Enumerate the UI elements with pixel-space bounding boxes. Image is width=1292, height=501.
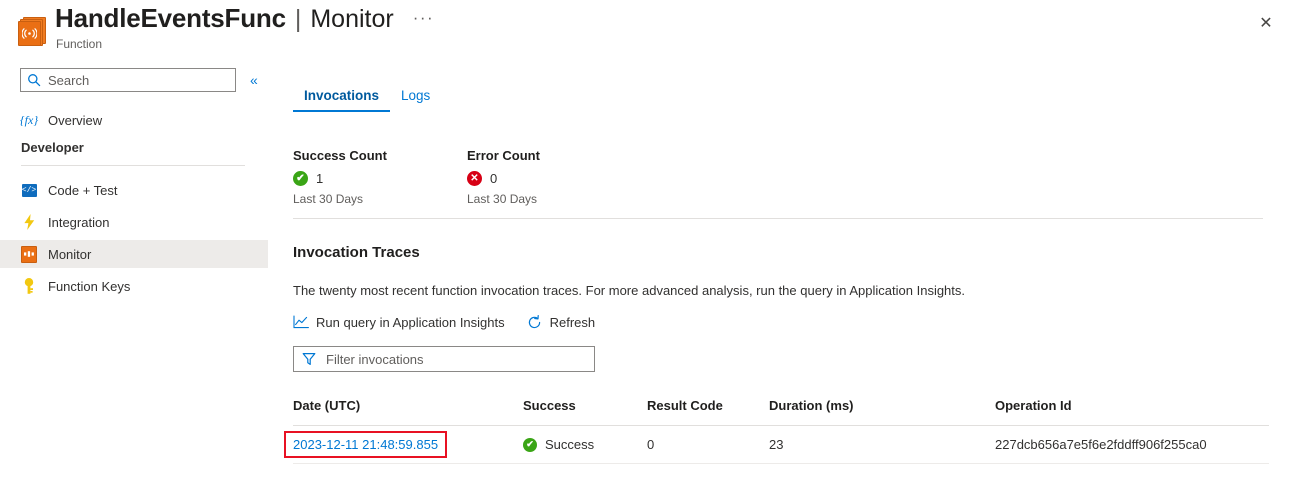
success-status: ✔ Success [523,437,647,452]
success-check-icon: ✔ [293,171,308,186]
date-link-wrapper: 2023-12-11 21:48:59.855 [293,437,438,452]
run-query-button[interactable]: Run query in Application Insights [293,314,505,330]
page-title: HandleEventsFunc | Monitor ··· [55,3,434,34]
column-header-duration[interactable]: Duration (ms) [769,398,995,426]
run-query-label: Run query in Application Insights [316,315,505,330]
title-separator: | [295,5,302,34]
code-icon: </> [21,182,37,198]
key-icon [21,278,37,294]
filter-invocations-box[interactable] [293,346,595,372]
function-app-icon [18,17,45,44]
column-header-operation-id[interactable]: Operation Id [995,398,1269,426]
more-options-button[interactable]: ··· [413,8,434,28]
metric-value: 1 [316,171,323,186]
tab-invocations[interactable]: Invocations [293,88,390,112]
sidebar-item-label: Function Keys [48,279,130,294]
blade-section-name: Monitor [310,5,393,34]
lightning-bolt-icon [21,214,37,230]
table-row[interactable]: 2023-12-11 21:48:59.855 ✔ Success 0 23 2… [293,426,1269,464]
monitor-glyph [21,246,37,263]
cell-date: 2023-12-11 21:48:59.855 [293,426,523,464]
metric-subtitle: Last 30 Days [467,192,540,206]
metric-title: Success Count [293,148,387,163]
tab-logs[interactable]: Logs [390,88,441,112]
monitor-icon [21,246,37,262]
main-content: Invocations Logs Success Count ✔ 1 Last … [286,58,1292,501]
blade-header: HandleEventsFunc | Monitor ··· Function … [0,0,1292,58]
tab-bar: Invocations Logs [293,88,441,112]
funnel-icon [302,352,316,366]
function-overview-glyph: {fx} [20,113,38,128]
invocation-traces-title: Invocation Traces [293,244,420,261]
sidebar-item-overview[interactable]: {fx} Overview [0,106,268,134]
filter-invocations-input[interactable] [326,352,586,367]
invocation-traces-description: The twenty most recent function invocati… [293,283,965,298]
invocation-date-link[interactable]: 2023-12-11 21:48:59.855 [293,437,438,452]
search-icon [27,73,41,87]
sidebar-item-label: Integration [48,215,109,230]
resource-name: HandleEventsFunc [55,3,286,34]
refresh-icon [527,314,543,330]
metric-error-count: Error Count ✕ 0 Last 30 Days [467,148,540,206]
sidebar: « {fx} Overview Developer </> Code + Tes… [0,58,286,501]
metric-value: 0 [490,171,497,186]
collapse-sidebar-icon[interactable]: « [250,73,258,87]
cell-success: ✔ Success [523,426,647,464]
function-overview-icon: {fx} [21,112,37,128]
section-divider [293,218,1263,219]
sidebar-item-integration[interactable]: Integration [0,208,268,236]
sidebar-item-label: Overview [48,113,102,128]
sidebar-group-title: Developer [21,140,84,155]
metric-value-row: ✔ 1 [293,171,387,186]
metric-subtitle: Last 30 Days [293,192,387,206]
resource-type-label: Function [56,37,102,51]
column-header-result-code[interactable]: Result Code [647,398,769,426]
column-header-success[interactable]: Success [523,398,647,426]
column-header-date[interactable]: Date (UTC) [293,398,523,426]
table-header-row: Date (UTC) Success Result Code Duration … [293,398,1269,426]
sidebar-item-monitor[interactable]: Monitor [0,240,268,268]
sidebar-item-label: Code + Test [48,183,118,198]
sidebar-search-row: « [20,68,258,92]
sidebar-item-code-test[interactable]: </> Code + Test [0,176,268,204]
traces-toolbar: Run query in Application Insights Refres… [293,314,617,330]
success-label: Success [545,437,594,452]
invocation-traces-table: Date (UTC) Success Result Code Duration … [293,398,1269,464]
sidebar-divider [21,165,245,166]
close-icon[interactable]: ✕ [1252,10,1280,38]
cell-operation-id: 227dcb656a7e5f6e2fddff906f255ca0 [995,426,1269,464]
error-x-icon: ✕ [467,171,482,186]
success-check-icon: ✔ [523,438,537,452]
cell-result-code: 0 [647,426,769,464]
search-input[interactable] [48,73,229,88]
cell-duration: 23 [769,426,995,464]
code-glyph: </> [22,184,37,197]
refresh-label: Refresh [550,315,596,330]
line-chart-icon [293,314,309,330]
refresh-button[interactable]: Refresh [527,314,596,330]
metric-success-count: Success Count ✔ 1 Last 30 Days [293,148,387,206]
search-box[interactable] [20,68,236,92]
sidebar-item-function-keys[interactable]: Function Keys [0,272,268,300]
metric-value-row: ✕ 0 [467,171,540,186]
metric-title: Error Count [467,148,540,163]
sidebar-item-label: Monitor [48,247,91,262]
